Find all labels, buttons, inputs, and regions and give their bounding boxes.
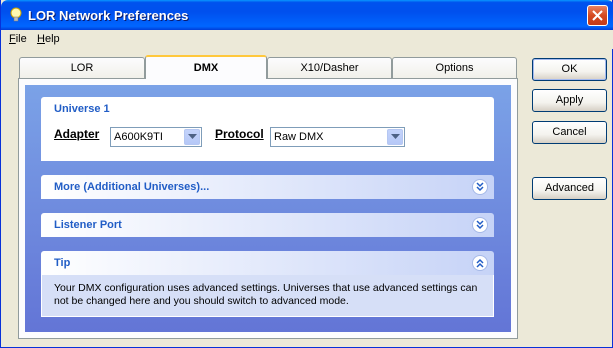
bulb-icon bbox=[10, 7, 22, 22]
tip-header[interactable]: Tip bbox=[41, 251, 494, 275]
apply-button[interactable]: Apply bbox=[532, 89, 607, 112]
tab-lor[interactable]: LOR bbox=[19, 57, 145, 78]
listener-port-group[interactable]: Listener Port bbox=[41, 213, 494, 237]
advanced-button[interactable]: Advanced bbox=[532, 177, 607, 200]
tip-group: Tip Your DMX configuration uses advanced… bbox=[41, 251, 494, 317]
more-universes-header[interactable]: More (Additional Universes)... bbox=[41, 175, 494, 199]
collapse-chevron-icon[interactable] bbox=[472, 255, 488, 271]
close-button[interactable] bbox=[587, 5, 608, 26]
window-title: LOR Network Preferences bbox=[28, 8, 189, 23]
expand-chevron-icon[interactable] bbox=[472, 217, 488, 233]
tab-control: LOR DMX X10/Dasher Options Universe 1 Ad… bbox=[18, 55, 518, 339]
listener-port-header[interactable]: Listener Port bbox=[41, 213, 494, 237]
expand-chevron-icon[interactable] bbox=[472, 179, 488, 195]
preferences-window: LOR Network Preferences File Help LOR DM… bbox=[0, 0, 613, 348]
universe1-body: Adapter A600K9TI Protocol Raw DMX bbox=[41, 121, 494, 161]
adapter-select[interactable]: A600K9TI bbox=[110, 127, 202, 147]
protocol-value: Raw DMX bbox=[274, 131, 324, 143]
adapter-label: Adapter bbox=[54, 127, 100, 141]
task-panel-background: Universe 1 Adapter A600K9TI Protocol Raw bbox=[25, 85, 511, 332]
ok-button[interactable]: OK bbox=[532, 58, 607, 81]
title-bar[interactable]: LOR Network Preferences bbox=[1, 0, 613, 30]
tip-body: Your DMX configuration uses advanced set… bbox=[41, 275, 494, 317]
tip-text: Your DMX configuration uses advanced set… bbox=[54, 282, 478, 307]
tip-title: Tip bbox=[54, 257, 71, 269]
dropdown-arrow-icon[interactable] bbox=[387, 129, 403, 145]
protocol-select[interactable]: Raw DMX bbox=[270, 127, 405, 147]
adapter-value: A600K9TI bbox=[114, 131, 163, 143]
cancel-button[interactable]: Cancel bbox=[532, 121, 607, 144]
more-universes-title: More (Additional Universes)... bbox=[54, 181, 210, 193]
dropdown-arrow-icon[interactable] bbox=[184, 129, 200, 145]
universe1-group: Universe 1 Adapter A600K9TI Protocol Raw bbox=[41, 97, 494, 161]
menu-bar: File Help bbox=[2, 30, 613, 49]
tab-dmx[interactable]: DMX bbox=[145, 55, 267, 79]
protocol-label: Protocol bbox=[215, 127, 264, 141]
menu-help[interactable]: Help bbox=[37, 33, 60, 45]
dmx-tab-panel: Universe 1 Adapter A600K9TI Protocol Raw bbox=[18, 78, 518, 339]
close-icon bbox=[592, 10, 603, 21]
more-universes-group[interactable]: More (Additional Universes)... bbox=[41, 175, 494, 199]
tab-options[interactable]: Options bbox=[392, 57, 517, 78]
universe1-header: Universe 1 bbox=[41, 97, 494, 121]
menu-file[interactable]: File bbox=[9, 33, 27, 45]
listener-port-title: Listener Port bbox=[54, 219, 122, 231]
universe1-title: Universe 1 bbox=[54, 103, 110, 115]
tab-x10-dasher[interactable]: X10/Dasher bbox=[267, 57, 392, 78]
